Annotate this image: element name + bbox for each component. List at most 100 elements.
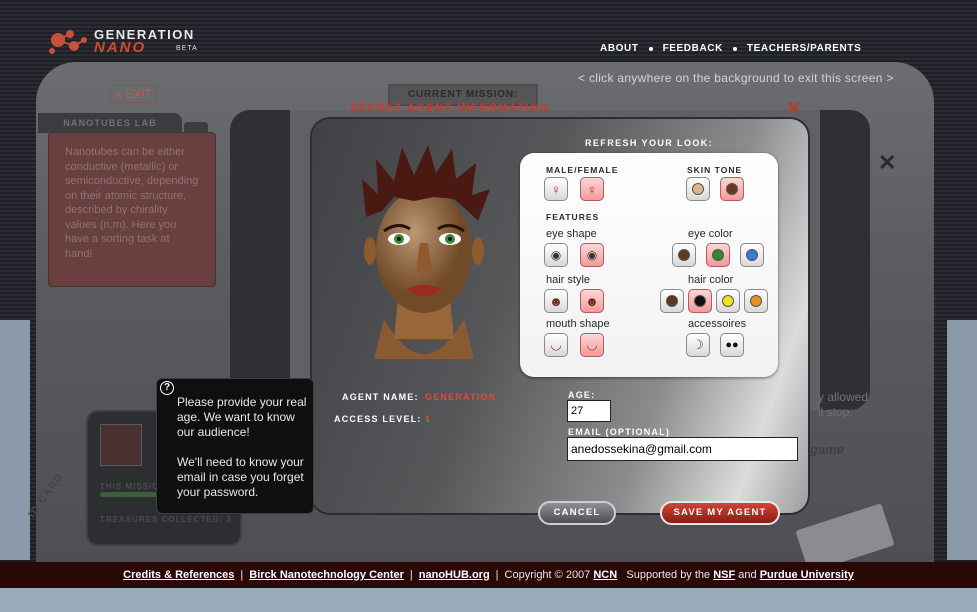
footer-nanohub-link[interactable]: nanoHUB.org (419, 569, 490, 581)
skin-tone-light-button[interactable] (686, 177, 710, 201)
scene-door-left (230, 110, 290, 410)
hair-color-swatch (694, 295, 706, 307)
cancel-button[interactable]: CANCEL (538, 501, 616, 525)
refresh-look-title: REFRESH YOUR LOOK: (585, 138, 714, 148)
access-level-value: 1 (425, 414, 431, 424)
scene-door-right (820, 110, 870, 410)
footer-credits-link[interactable]: Credits & References (123, 569, 234, 581)
age-email-tooltip: Please provide your real age. We want to… (156, 378, 314, 514)
hair-style-2-button[interactable]: ☻ (580, 289, 604, 313)
skin-tone-label: SKIN TONE (687, 165, 743, 175)
accessories-label: accessoires (688, 318, 747, 330)
footer-birck-link[interactable]: Birck Nanotechnology Center (249, 569, 404, 581)
earring-accessory-button[interactable]: ☽ (686, 333, 710, 357)
hair-color-swatch (722, 295, 734, 307)
features-label: FEATURES (546, 212, 600, 222)
agent-avatar (362, 145, 490, 359)
eye-icon: ◉ (586, 248, 598, 262)
treasures-collected: TREASURES COLLECTED: 3 (100, 515, 232, 524)
logo-word-nano: NANO (94, 39, 147, 56)
eye-color-green-button[interactable] (706, 243, 730, 267)
footer-purdue-link[interactable]: Purdue University (760, 569, 854, 581)
mouth-icon: ◡ (550, 337, 562, 352)
email-label: EMAIL (OPTIONAL) (568, 427, 671, 437)
nav-separator (648, 46, 653, 51)
treasures-value: 3 (226, 515, 232, 524)
hair-color-brown-button[interactable] (660, 289, 684, 313)
secret-agent-modal: REFRESH YOUR LOOK: MALE/FEMALE ♀ ♀ SKIN … (312, 119, 808, 525)
generation-nano-logo[interactable]: GENERATION NANO BETA (48, 24, 208, 58)
nav-feedback[interactable]: FEEDBACK (663, 43, 723, 54)
background-text-allowed: y allowed ll stop. (818, 390, 869, 419)
hair-style-label: hair style (546, 274, 591, 286)
skin-tone-dark-button[interactable] (720, 177, 744, 201)
exit-link[interactable]: < EXIT (110, 85, 158, 103)
nav-separator (732, 46, 737, 51)
save-agent-button[interactable]: SAVE MY AGENT (660, 501, 780, 525)
footer-ncn-link[interactable]: NCN (593, 569, 617, 581)
logo-beta: BETA (176, 45, 198, 52)
side-pillar-right (947, 320, 977, 560)
earring-icon: ☽ (692, 337, 704, 352)
eye-color-blue-button[interactable] (740, 243, 764, 267)
eye-shape-1-button[interactable]: ◉ (544, 243, 568, 267)
footer-copyright: Copyright © 2007 (504, 569, 591, 581)
look-options-panel: MALE/FEMALE ♀ ♀ SKIN TONE FEATURES eye s… (520, 153, 778, 377)
modal-title: SECRET AGENT INFORMATION (350, 102, 550, 114)
eye-color-swatch (678, 249, 690, 261)
hair-style-1-button[interactable]: ☻ (544, 289, 568, 313)
mouth-shape-2-button[interactable]: ◡ (580, 333, 604, 357)
eye-color-label: eye color (688, 228, 733, 240)
mouth-shape-1-button[interactable]: ◡ (544, 333, 568, 357)
sunglasses-accessory-button[interactable]: ●● (720, 333, 744, 357)
male-female-label: MALE/FEMALE (546, 165, 619, 175)
hair-color-black-button[interactable] (688, 289, 712, 313)
side-pillar-left (0, 320, 30, 560)
sunglasses-icon: ●● (725, 339, 739, 351)
eye-shape-label: eye shape (546, 228, 597, 240)
close-icon[interactable]: ✕ (878, 150, 896, 176)
molecule-logo-icon (49, 30, 87, 54)
id-card-photo (100, 424, 142, 466)
nanotubes-lab-description: Nanotubes can be either conductive (meta… (48, 132, 216, 287)
agent-name-value: GENERATION (425, 392, 497, 402)
eye-icon: ◉ (550, 248, 562, 262)
age-input[interactable] (567, 400, 611, 422)
footer: Credits & References | Birck Nanotechnolo… (0, 562, 977, 588)
age-label: AGE: (568, 390, 596, 400)
help-question-icon: ? (160, 381, 174, 395)
agent-name-label: AGENT NAME: (342, 392, 419, 402)
tooltip-email-text: We'll need to know your email in case yo… (177, 455, 304, 499)
female-icon: ♀ (551, 181, 561, 197)
footer-separator: | (409, 569, 413, 581)
background-text-game: game (810, 442, 844, 457)
skin-swatch-dark (726, 183, 738, 195)
eye-color-swatch (712, 249, 724, 261)
close-icon[interactable]: ✕ (786, 98, 801, 119)
footer-and-text: and (738, 569, 757, 581)
tooltip-age-text: Please provide your real age. We want to… (177, 395, 307, 439)
female-selected-button[interactable]: ♀ (580, 177, 604, 201)
eye-shape-2-button[interactable]: ◉ (580, 243, 604, 267)
bottom-strip (0, 588, 977, 612)
footer-nsf-link[interactable]: NSF (713, 569, 735, 581)
hair-icon: ☻ (585, 293, 599, 309)
hair-color-orange-button[interactable] (744, 289, 768, 313)
hair-color-swatch (666, 295, 678, 307)
nav-about[interactable]: ABOUT (600, 43, 639, 54)
nav-teachers-parents[interactable]: TEACHERS/PARENTS (747, 43, 861, 54)
hair-color-swatch (750, 295, 762, 307)
eye-color-brown-button[interactable] (672, 243, 696, 267)
email-input[interactable] (567, 437, 798, 461)
eye-color-swatch (746, 249, 758, 261)
nanotubes-lab-tab: NANOTUBES LAB (38, 113, 182, 133)
hair-color-blonde-button[interactable] (716, 289, 740, 313)
treasures-label: TREASURES COLLECTED: (100, 515, 224, 524)
footer-separator: | (495, 569, 499, 581)
skin-swatch-light (692, 183, 704, 195)
hair-icon: ☻ (549, 293, 563, 309)
access-level-label: ACCESS LEVEL: (334, 414, 422, 424)
female-icon: ♀ (587, 181, 597, 197)
footer-separator: | (240, 569, 244, 581)
female-button[interactable]: ♀ (544, 177, 568, 201)
